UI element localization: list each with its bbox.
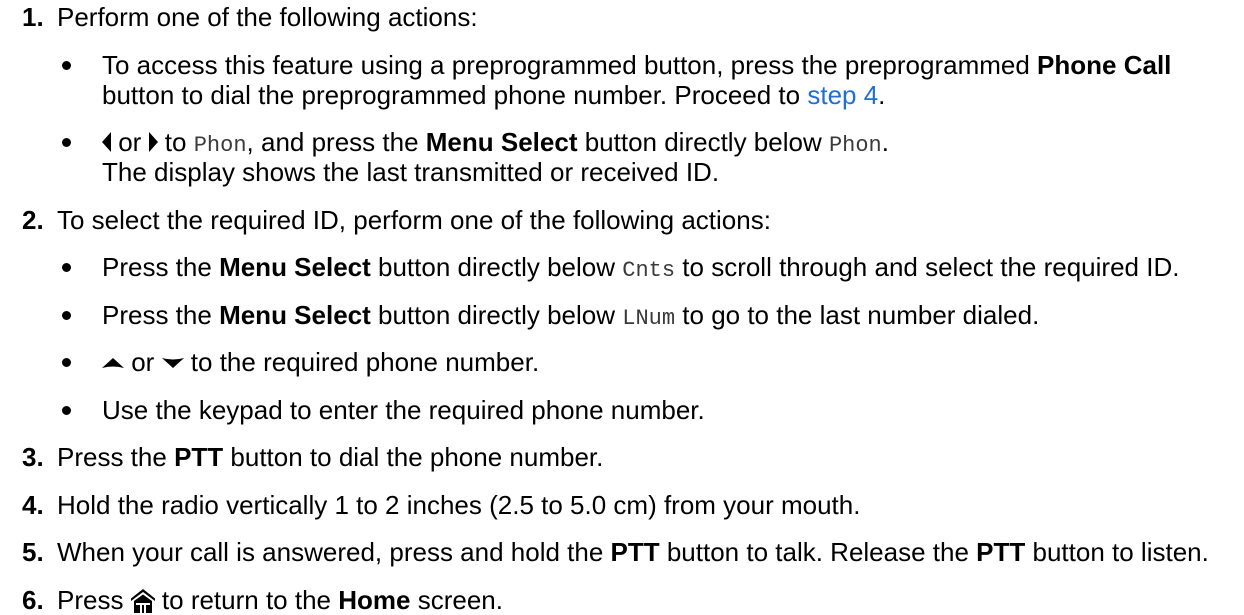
up-navigation-icon <box>102 358 124 368</box>
text-segment: to scroll through and select the require… <box>675 252 1180 282</box>
step-1-bullet-2: or to Phon, and press the Menu Select bu… <box>0 128 1244 158</box>
bullet-text: To access this feature using a preprogra… <box>102 51 1171 79</box>
text-segment: button to listen. <box>1025 537 1209 567</box>
text-segment: button to dial the phone number. <box>223 442 604 472</box>
step-5: 5. When your call is answered, press and … <box>0 538 1244 566</box>
bullet-dot <box>62 138 71 147</box>
procedure-page: 1. Perform one of the following actions: … <box>0 0 1244 615</box>
text-segment: . <box>878 80 886 110</box>
step-text: When your call is answered, press and ho… <box>57 538 1209 566</box>
step-1: 1. Perform one of the following actions: <box>0 3 1244 31</box>
text-segment: When your call is answered, press and ho… <box>57 537 611 567</box>
text-segment: Press the <box>57 442 175 472</box>
bullet-text: Press the Menu Select button directly be… <box>102 301 1039 333</box>
bullet-text: Use the keypad to enter the required pho… <box>102 395 705 425</box>
bullet-text: The display shows the last transmitted o… <box>102 157 720 187</box>
home-screen-label: Home <box>338 585 411 615</box>
text-segment: button to talk. Release the <box>659 537 977 567</box>
phon-display-text: Phon <box>828 133 882 158</box>
text-segment: Press <box>57 585 131 615</box>
text-segment: to the required phone number. <box>183 347 540 377</box>
bullet-dot <box>62 311 71 320</box>
text-segment: or <box>111 127 149 157</box>
text-segment: to return to the <box>154 585 339 615</box>
ptt-button-label: PTT <box>610 537 660 567</box>
bullet-text: or to the required phone number. <box>102 348 539 376</box>
step-text: Perform one of the following actions: <box>57 2 478 32</box>
step-number: 4. <box>22 490 44 520</box>
home-icon <box>130 589 155 613</box>
left-navigation-icon <box>102 131 111 153</box>
menu-select-button-label: Menu Select <box>219 300 371 330</box>
bullet-dot <box>62 61 71 70</box>
text-segment: Press the <box>102 300 220 330</box>
step-text: Press to return to the Home screen. <box>57 586 503 614</box>
bullet-dot <box>62 406 71 415</box>
step-4: 4. Hold the radio vertically 1 to 2 inche… <box>0 491 1244 519</box>
ptt-button-label: PTT <box>174 442 224 472</box>
bullet-dot <box>62 358 71 367</box>
menu-select-button-label: Menu Select <box>219 252 371 282</box>
text-segment: . <box>881 127 889 157</box>
step-text: To select the required ID, perform one o… <box>57 205 771 235</box>
step-text: Hold the radio vertically 1 to 2 inches … <box>57 490 861 520</box>
text-segment: button directly below <box>370 300 623 330</box>
right-navigation-icon <box>148 131 158 153</box>
step-1-bullet-1: To access this feature using a preprogra… <box>0 51 1244 79</box>
text-segment: button to dial the preprogrammed phone n… <box>102 80 808 110</box>
menu-select-button-label: Menu Select <box>425 127 578 157</box>
step-1-bullet-2-continuation: The display shows the last transmitted o… <box>0 158 1244 186</box>
lnum-display-text: LNum <box>622 306 676 331</box>
text-segment: button directly below <box>577 127 829 157</box>
text-segment: Press the <box>102 252 220 282</box>
phon-display-text: Phon <box>193 133 247 158</box>
step-4-link[interactable]: step 4 <box>807 80 878 110</box>
bullet-dot <box>62 263 71 272</box>
step-number: 2. <box>22 205 44 235</box>
step-number: 5. <box>22 537 44 567</box>
text-segment: to go to the last number dialed. <box>675 300 1040 330</box>
step-1-bullet-1-continuation: button to dial the preprogrammed phone n… <box>0 81 1244 109</box>
step-3: 3. Press the PTT button to dial the phone… <box>0 443 1244 471</box>
step-number: 1. <box>22 2 44 32</box>
step-number: 6. <box>22 585 44 615</box>
down-navigation-icon <box>161 358 184 368</box>
step-2-bullet-4: Use the keypad to enter the required pho… <box>0 396 1244 424</box>
text-segment: button directly below <box>370 252 623 282</box>
phone-call-button-label: Phone Call <box>1037 50 1172 80</box>
step-6: 6. Press to return to the Home screen. <box>0 586 1244 614</box>
step-2-bullet-1: Press the Menu Select button directly be… <box>0 253 1244 283</box>
text-segment: , and press the <box>246 127 426 157</box>
bullet-text: or to Phon, and press the Menu Select bu… <box>102 128 889 160</box>
text-segment: to <box>157 127 194 157</box>
step-text: Press the PTT button to dial the phone n… <box>57 443 603 471</box>
bullet-text: button to dial the preprogrammed phone n… <box>102 81 885 109</box>
step-2-bullet-3: or to the required phone number. <box>0 348 1244 376</box>
step-2: 2. To select the required ID, perform one… <box>0 206 1244 234</box>
step-number: 3. <box>22 442 44 472</box>
ptt-button-label: PTT <box>976 537 1026 567</box>
step-2-bullet-2: Press the Menu Select button directly be… <box>0 301 1244 331</box>
text-segment: To access this feature using a preprogra… <box>102 50 1038 80</box>
text-segment: or <box>124 347 162 377</box>
cnts-display-text: Cnts <box>622 258 676 283</box>
bullet-text: Press the Menu Select button directly be… <box>102 253 1179 285</box>
text-segment: screen. <box>410 585 503 615</box>
